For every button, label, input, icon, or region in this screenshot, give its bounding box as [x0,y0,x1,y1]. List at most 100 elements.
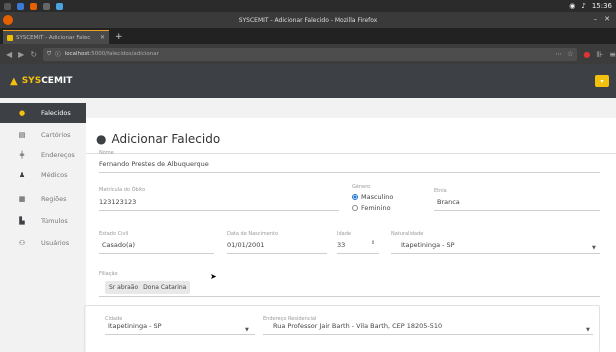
sidebar-item-label: Túmulos [41,217,68,225]
user-menu-button[interactable]: ▾ [595,75,609,87]
sidebar-item-label: Usuários [41,239,70,247]
tab-bar: SYSCEMIT - Adicionar Falec ✕ + [0,28,616,44]
sidebar-item-cartorios[interactable]: ▤ Cartórios [0,125,86,145]
endereco-select[interactable]: Rua Professor Jair Barth - Vila Barth, C… [273,322,442,330]
mouse-cursor-icon: ➤ [210,272,217,281]
filiacao-chip[interactable]: Dona Catarina [143,284,186,291]
cidade-select[interactable]: Itapetininga - SP [108,322,162,330]
matricula-label: Matrícula do Óbito [99,187,146,193]
url-host: localhost [64,51,90,57]
shield-icon[interactable]: ⛉ [47,51,51,58]
firefox-launcher-icon[interactable] [30,2,37,10]
minimize-icon[interactable]: – [594,15,598,23]
user-icon: ▾ [600,77,604,85]
terminal-icon[interactable] [43,2,50,10]
sidebar-item-regioes[interactable]: ▦ Regiões [0,189,86,209]
sidebar-item-enderecos[interactable]: ╪ Endereços [0,145,86,165]
chevron-down-icon[interactable]: ▼ [245,327,249,333]
page-actions-icon[interactable]: ⋯ [555,50,562,58]
forward-icon[interactable]: ▶ [18,50,24,59]
user-icon: ♟ [18,171,26,179]
info-icon[interactable]: ⓘ [55,50,61,58]
firefox-icon [3,15,13,25]
etnia-input[interactable]: Branca [437,198,460,206]
naturalidade-label: Naturalidade [391,231,424,237]
filiacao-label: Filiação [99,271,118,277]
favicon-icon [7,34,13,41]
filiacao-chips[interactable]: Sr abraão Dona Catarina [105,281,191,294]
users-icon: ⚇ [18,239,26,247]
nome-underline [99,172,600,173]
chevron-down-icon[interactable]: ▼ [586,327,590,333]
close-tab-icon[interactable]: ✕ [100,34,105,41]
bookmark-star-icon[interactable]: ☆ [567,50,573,58]
sidebar-item-tumulos[interactable]: ▙ Túmulos [0,211,86,231]
extension-icon[interactable]: ● [583,50,590,59]
browser-tab[interactable]: SYSCEMIT - Adicionar Falec ✕ [3,30,109,44]
brand-cemit: CEMIT [41,76,73,86]
chevron-down-icon[interactable]: ▼ [592,245,596,251]
cidade-underline [105,334,255,335]
map-icon: ▦ [18,195,26,203]
signpost-icon: ╪ [19,151,25,159]
close-window-icon[interactable]: ✕ [604,15,610,23]
back-icon[interactable]: ◀ [6,50,12,59]
new-tab-icon[interactable]: + [115,32,123,42]
sidebar-item-label: Cartórios [41,131,71,139]
grave-icon: ● [96,132,107,146]
file-manager-icon[interactable] [17,2,24,10]
url-bar[interactable]: ⛉ ⓘ localhost:5000/falecidos/adicionar ⋯… [43,47,578,61]
page-title: Adicionar Falecido [111,132,221,146]
radio-masculino[interactable]: Masculino [352,193,393,201]
app-menu-icon[interactable] [4,2,11,10]
network-icon[interactable]: ◉ [569,2,575,10]
clock[interactable]: 15:36 [592,2,612,10]
etnia-underline [434,210,600,211]
filiacao-underline [99,296,600,297]
nome-label: Nome [99,150,114,156]
endereco-underline [263,334,593,335]
menu-icon[interactable]: ≡ [609,50,616,59]
sidebar-item-label: Regiões [41,195,67,203]
naturalidade-select[interactable]: Itapetininga - SP [401,241,455,249]
grave-marker-icon: ▲ [10,75,18,87]
naturalidade-underline [391,253,600,254]
etnia-label: Etnia [434,188,447,194]
radio-feminino[interactable]: Feminino [352,204,391,212]
estado-civil-underline [99,253,214,254]
idade-input[interactable]: 33 [337,241,345,249]
sidebar-item-label: Endereços [41,151,75,159]
sidebar-item-medicos[interactable]: ♟ Médicos [0,165,86,185]
volume-icon[interactable]: ♪ [581,2,585,10]
nome-input[interactable]: Fernando Prestes de Albuquerque [99,160,209,168]
brand-logo[interactable]: ▲ SYSCEMIT [10,76,72,87]
data-nascimento-input[interactable]: 01/01/2001 [227,241,264,249]
tomb-icon: ▙ [19,217,25,225]
filiacao-chip[interactable]: Sr abraão [109,284,138,291]
sidebar-item-falecidos[interactable]: ● Falecidos [0,103,86,123]
matricula-input[interactable]: 123123123 [99,198,136,206]
data-nascimento-underline [227,253,327,254]
editor-icon[interactable] [56,2,63,10]
sidebar-item-label: Médicos [41,171,68,179]
grave-icon: ● [18,109,26,117]
sidebar: ● Falecidos ▤ Cartórios ╪ Endereços ♟ Mé… [0,98,86,352]
data-nascimento-label: Data de Nascimento [227,231,279,237]
app-header: ▲ SYSCEMIT ▾ [0,64,616,98]
estado-civil-label: Estado Civil [99,231,129,237]
estado-civil-input[interactable]: Casado(a) [102,241,135,249]
page-title-row: ● Adicionar Falecido [96,132,220,146]
idade-stepper-icon[interactable]: ⇕ [371,240,375,246]
sidebar-item-usuarios[interactable]: ⚇ Usuários [0,233,86,253]
idade-underline [337,253,379,254]
reload-icon[interactable]: ↻ [30,50,37,59]
radio-selected-icon [352,194,358,200]
radio-empty-icon [352,205,358,211]
library-icon[interactable]: ⊪ [596,50,603,59]
radio-label: Feminino [361,204,391,212]
title-divider [86,153,616,154]
system-top-bar: ◉ ♪ 15:36 [0,0,616,12]
navigation-bar: ◀ ▶ ↻ ⛉ ⓘ localhost:5000/falecidos/adici… [0,44,616,64]
window-title-bar: SYSCEMIT - Adicionar Falecido - Mozilla … [0,12,616,28]
sidebar-item-label: Falecidos [41,109,71,117]
